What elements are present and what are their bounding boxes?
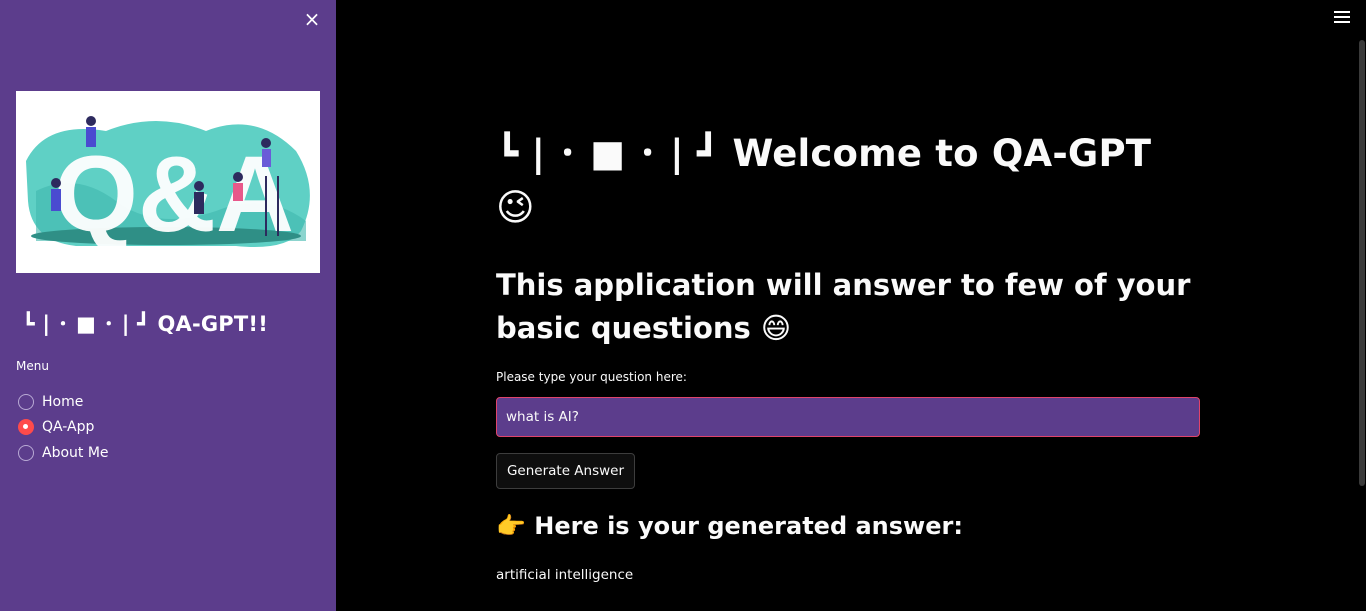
menu-item-about-me[interactable]: About Me	[18, 440, 109, 466]
question-input[interactable]	[496, 397, 1200, 437]
menu-radio-group: Home QA-App About Me	[18, 389, 109, 466]
scrollbar[interactable]	[1359, 40, 1365, 486]
generate-answer-button[interactable]: Generate Answer	[496, 453, 635, 489]
close-sidebar-icon[interactable]: ×	[302, 9, 322, 29]
page-title: ┗ | ･ ■ ･ | ┛ Welcome to QA-GPT 😉	[496, 132, 1152, 229]
question-input-label: Please type your question here:	[496, 370, 687, 384]
sidebar: × Q&A ┗ | ･ ■ ･ | ┛ QA-GPT!! Menu Home Q…	[0, 0, 336, 611]
svg-text:Q&A: Q&A	[54, 133, 294, 254]
menu-item-home[interactable]: Home	[18, 389, 109, 415]
menu-item-label: About Me	[42, 444, 109, 461]
menu-item-qa-app[interactable]: QA-App	[18, 415, 109, 441]
radio-selected-icon[interactable]	[18, 419, 34, 436]
banner-image: Q&A	[16, 91, 320, 273]
radio-unselected-icon[interactable]	[18, 393, 34, 410]
sidebar-title: ┗ | ･ ■ ･ | ┛ QA-GPT!!	[22, 312, 268, 336]
answer-heading: 👉 Here is your generated answer:	[496, 512, 963, 540]
hamburger-menu-icon[interactable]	[1334, 11, 1350, 25]
radio-unselected-icon[interactable]	[18, 444, 34, 461]
page-subtitle: This application will answer to few of y…	[496, 268, 1191, 345]
answer-text: artificial intelligence	[496, 567, 634, 583]
menu-item-label: QA-App	[42, 419, 95, 436]
menu-item-label: Home	[42, 393, 84, 410]
menu-label: Menu	[16, 359, 49, 373]
q-and-a-illustration-icon: Q&A	[16, 91, 320, 273]
